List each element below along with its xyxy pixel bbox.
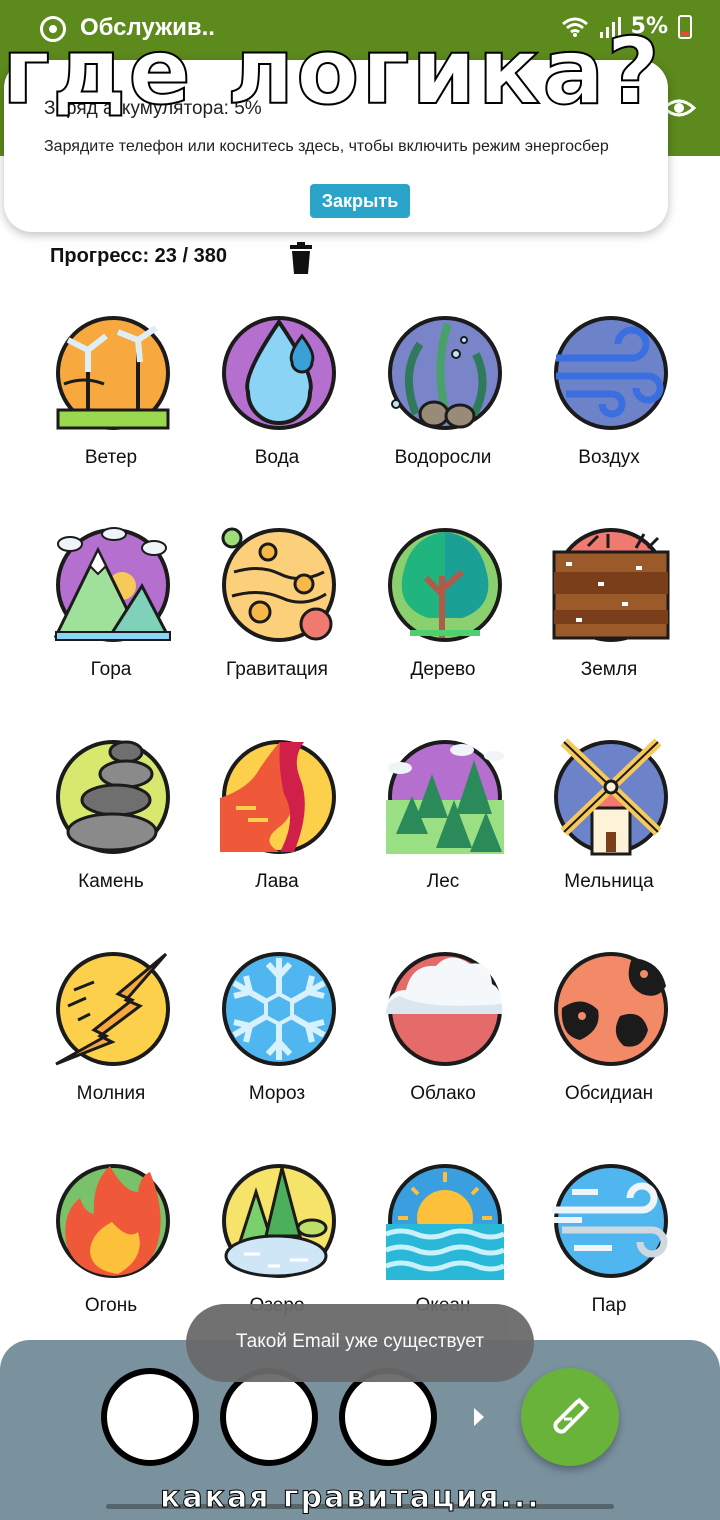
element-item-earth[interactable]: Земля — [526, 526, 692, 716]
earth-soil-icon — [552, 528, 670, 642]
element-label: Камень — [78, 871, 144, 892]
toast-message: Такой Email уже существует — [186, 1304, 534, 1382]
lava-icon — [220, 740, 336, 854]
tree-icon — [388, 528, 502, 642]
air-swirl-icon — [554, 316, 668, 430]
obsidian-icon — [554, 952, 668, 1066]
combine-slot-1[interactable] — [101, 1368, 199, 1466]
windmill-icon — [554, 738, 668, 856]
element-label: Вода — [254, 447, 300, 468]
element-item-frost[interactable]: Мороз — [194, 950, 360, 1140]
element-item-forest[interactable]: Лес — [360, 738, 526, 928]
element-label: Гора — [90, 659, 132, 680]
element-label: Лес — [426, 871, 460, 892]
lightning-icon — [55, 952, 170, 1066]
element-item-tree[interactable]: Дерево — [360, 526, 526, 716]
steam-icon — [552, 1164, 668, 1278]
element-label: Мороз — [248, 1083, 306, 1104]
gravity-planet-icon — [221, 527, 336, 642]
battery-icon — [678, 14, 692, 39]
element-item-lava[interactable]: Лава — [194, 738, 360, 928]
element-item-seaweed[interactable]: Водоросли — [360, 314, 526, 504]
element-item-stone[interactable]: Камень — [28, 738, 194, 928]
element-label: Огонь — [84, 1295, 138, 1316]
element-item-wind[interactable]: Ветер — [28, 314, 194, 504]
cloud-icon — [386, 952, 503, 1066]
meme-top-caption: где логика? — [1, 17, 662, 126]
stone-stack-icon — [56, 740, 170, 854]
element-label: Водоросли — [394, 447, 492, 468]
element-item-gravity[interactable]: Гравитация — [194, 526, 360, 716]
mix-button[interactable] — [521, 1368, 619, 1466]
element-label: Мельница — [564, 871, 654, 892]
element-label: Дерево — [410, 659, 476, 680]
ocean-icon — [386, 1164, 504, 1280]
seaweed-icon — [388, 316, 502, 430]
water-drop-icon — [222, 316, 336, 430]
element-item-steam[interactable]: Пар — [526, 1162, 692, 1352]
element-label: Лава — [255, 871, 299, 892]
notification-body[interactable]: Зарядите телефон или коснитесь здесь, чт… — [44, 138, 609, 156]
progress-text: Прогресс: 23 / 380 — [50, 245, 227, 267]
element-item-windmill[interactable]: Мельница — [526, 738, 692, 928]
element-item-lightning[interactable]: Молния — [28, 950, 194, 1140]
element-item-air[interactable]: Воздух — [526, 314, 692, 504]
element-label: Молния — [76, 1083, 146, 1104]
element-label: Земля — [580, 659, 638, 680]
wind-turbine-icon — [56, 316, 170, 430]
element-item-obsidian[interactable]: Обсидиан — [526, 950, 692, 1140]
element-label: Обсидиан — [564, 1083, 654, 1104]
chevron-right-icon[interactable] — [472, 1406, 486, 1428]
element-item-mountain[interactable]: Гора — [28, 526, 194, 716]
forest-icon — [386, 740, 504, 854]
trash-icon[interactable] — [288, 242, 314, 274]
close-button[interactable]: Закрыть — [310, 184, 410, 218]
element-label: Пар — [591, 1295, 627, 1316]
mountain-icon — [54, 527, 171, 642]
element-item-water[interactable]: Вода — [194, 314, 360, 504]
element-label: Ветер — [84, 447, 138, 468]
snowflake-icon — [222, 952, 336, 1066]
element-label: Воздух — [578, 447, 640, 468]
element-label: Гравитация — [226, 659, 328, 680]
element-label: Облако — [410, 1083, 476, 1104]
test-tube-icon — [553, 1397, 590, 1434]
combine-slot-2[interactable] — [220, 1368, 318, 1466]
element-item-cloud[interactable]: Облако — [360, 950, 526, 1140]
fire-icon — [56, 1164, 170, 1278]
lake-icon — [222, 1164, 336, 1278]
meme-bottom-caption: какая гравитация... — [160, 1480, 541, 1516]
combine-slot-3[interactable] — [339, 1368, 437, 1466]
element-item-fire[interactable]: Огонь — [28, 1162, 194, 1352]
